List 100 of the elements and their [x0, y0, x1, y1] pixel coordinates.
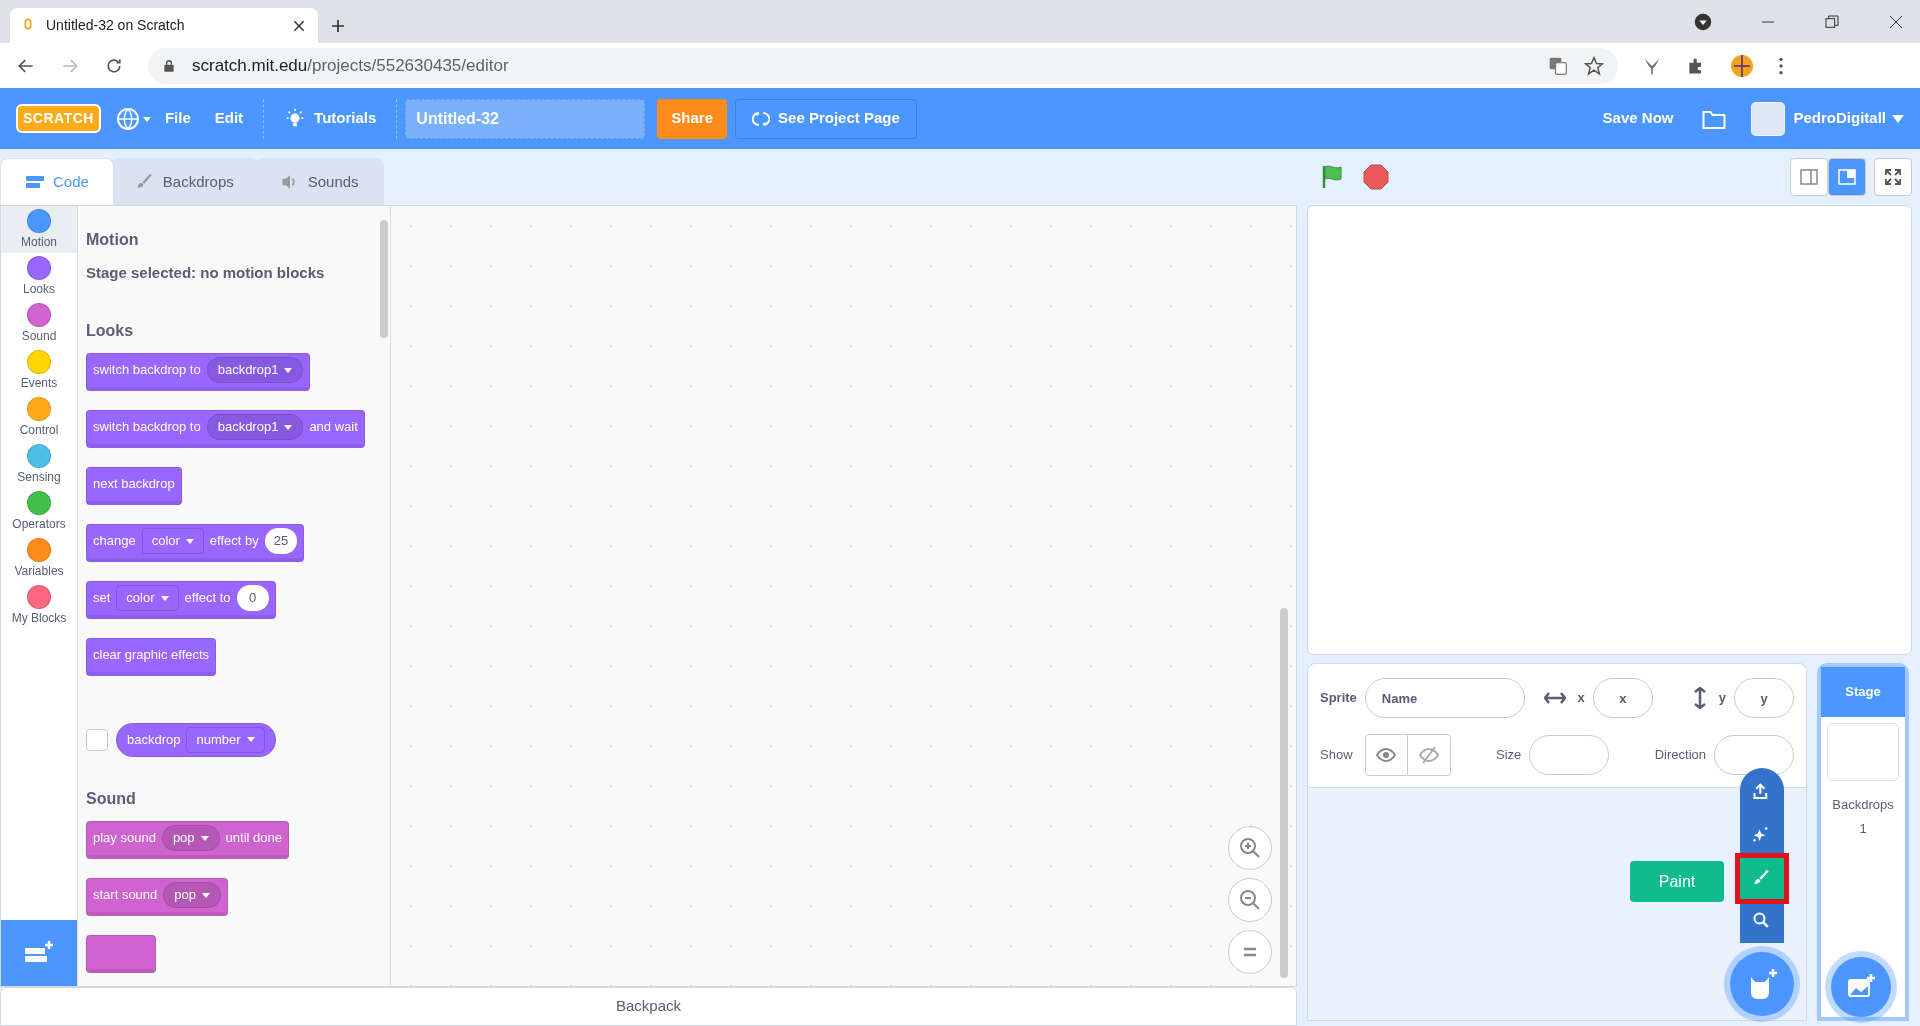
stop-icon[interactable] [1363, 164, 1389, 190]
large-stage-icon [1838, 169, 1856, 185]
category-item[interactable]: Motion [1, 206, 77, 253]
block-label: next backdrop [93, 475, 175, 494]
small-stage-button[interactable] [1790, 158, 1828, 196]
block-label: and wait [309, 418, 358, 437]
category-item[interactable]: Events [1, 347, 77, 394]
block-label: switch backdrop to [93, 418, 201, 437]
code-block[interactable]: next backdrop [86, 466, 182, 505]
add-backdrop-button[interactable] [1831, 957, 1891, 1017]
user-avatar[interactable] [1751, 101, 1786, 136]
category-item[interactable]: Control [1, 394, 77, 441]
editor-tab[interactable]: Sounds [254, 158, 384, 205]
add-sprite-button[interactable] [1730, 952, 1794, 1016]
y-label: y [1718, 689, 1726, 708]
backdrop-thumbnail [1827, 723, 1899, 781]
category-item[interactable]: Sensing [1, 441, 77, 488]
code-block[interactable]: backdrop number [116, 722, 276, 757]
category-item[interactable]: Sound [1, 300, 77, 347]
menu-item[interactable]: Edit [202, 107, 256, 130]
code-block[interactable]: switch backdrop to backdrop1 and wait [86, 409, 365, 448]
close-icon[interactable] [292, 18, 306, 33]
restore-icon[interactable] [1824, 13, 1840, 30]
size-label: Size [1495, 746, 1522, 765]
code-block[interactable]: start sound pop [86, 877, 229, 916]
x-field[interactable]: x [1592, 678, 1653, 718]
translate-icon[interactable] [1548, 55, 1568, 76]
show-button[interactable] [1364, 734, 1408, 776]
block-label: effect by [209, 532, 259, 551]
y-field[interactable]: y [1734, 678, 1794, 718]
reset-zoom-button[interactable] [1228, 930, 1272, 974]
lock-icon [162, 57, 176, 74]
dropdown-menu[interactable]: color [116, 585, 179, 611]
block-label: until done [225, 829, 282, 848]
browser-tab[interactable]: Untitled-32 on Scratch [10, 8, 318, 43]
hide-button[interactable] [1407, 734, 1451, 776]
full-screen-button[interactable] [1874, 158, 1912, 196]
block-label: switch backdrop to [93, 361, 201, 380]
block-label: change [93, 532, 136, 551]
zoom-in-icon [1238, 836, 1262, 860]
scrollbar[interactable] [1280, 608, 1288, 978]
category-item[interactable]: My Blocks [1, 582, 77, 629]
code-block[interactable]: clear graphic effects [86, 637, 217, 676]
star-icon[interactable] [1584, 55, 1604, 76]
close-icon[interactable] [1888, 13, 1904, 30]
dropdown-menu[interactable]: pop [161, 825, 220, 851]
username-menu[interactable]: PedroDigitall [1793, 107, 1886, 130]
number-input[interactable]: 25 [264, 528, 298, 554]
backpack-header[interactable]: Backpack [0, 987, 1297, 1026]
tooltip: Paint [1630, 861, 1724, 902]
dropdown-menu[interactable]: backdrop1 [206, 357, 304, 383]
zoom-in-button[interactable] [1228, 826, 1272, 870]
direction-field[interactable] [1714, 735, 1794, 775]
show-label: Show [1320, 746, 1353, 765]
backdrops-label: Backdrops [1831, 796, 1895, 814]
zoom-out-icon [1238, 888, 1262, 912]
dropdown-menu[interactable]: number [186, 726, 265, 753]
editor-tab[interactable]: Code [0, 158, 114, 205]
save-now-link[interactable]: Save Now [1590, 107, 1686, 130]
see-project-page-button[interactable]: See Project Page [735, 98, 917, 139]
code-block[interactable]: switch backdrop to backdrop1 [86, 352, 311, 391]
section-heading: Motion [86, 230, 140, 250]
remix-icon [752, 109, 771, 128]
tutorials-link[interactable]: Tutorials [272, 107, 389, 130]
block-label: set [93, 589, 111, 608]
new-tab-icon[interactable] [330, 17, 346, 34]
palette-message: Stage selected: no motion blocks [86, 263, 326, 283]
scrollbar[interactable] [380, 220, 388, 338]
globe-icon[interactable] [116, 106, 153, 131]
tab-title: Untitled-32 on Scratch [46, 16, 186, 35]
large-stage-button[interactable] [1828, 158, 1866, 196]
more-icon[interactable] [1778, 55, 1784, 76]
section-heading: Sound [86, 788, 137, 809]
size-field[interactable] [1529, 735, 1610, 775]
add-extension-button[interactable] [1, 920, 77, 986]
code-blocks-icon [25, 174, 45, 190]
category-item[interactable]: Operators [1, 488, 77, 535]
dropdown-icon[interactable] [1694, 12, 1712, 31]
url-text[interactable]: scratch.mit.edu/projects/552630435/editor [192, 52, 509, 79]
dropdown-menu[interactable]: backdrop1 [206, 414, 304, 440]
stage-tab[interactable]: Stage [1821, 667, 1905, 717]
dropdown-menu[interactable]: pop [163, 882, 222, 908]
menu-item[interactable]: File [152, 107, 203, 130]
category-item[interactable]: Variables [1, 535, 77, 582]
code-block[interactable]: set color effect to 0 [86, 580, 276, 619]
eye-slash-icon [1418, 746, 1439, 764]
code-block[interactable]: change color effect by 25 [86, 523, 305, 562]
code-block[interactable] [86, 934, 156, 973]
expand-icon [1884, 168, 1902, 186]
code-block[interactable]: play sound pop until done [86, 820, 289, 859]
section-heading: Looks [86, 320, 135, 341]
x-label: x [1577, 689, 1585, 708]
name-field[interactable]: Name [1364, 678, 1525, 718]
checkbox[interactable] [86, 728, 108, 751]
category-item[interactable]: Looks [1, 253, 77, 300]
share-button[interactable]: Share [657, 98, 728, 139]
dropdown-menu[interactable]: color [141, 528, 204, 554]
number-input[interactable]: 0 [236, 585, 269, 611]
zoom-out-button[interactable] [1228, 878, 1272, 922]
caret-icon[interactable] [1892, 114, 1904, 123]
